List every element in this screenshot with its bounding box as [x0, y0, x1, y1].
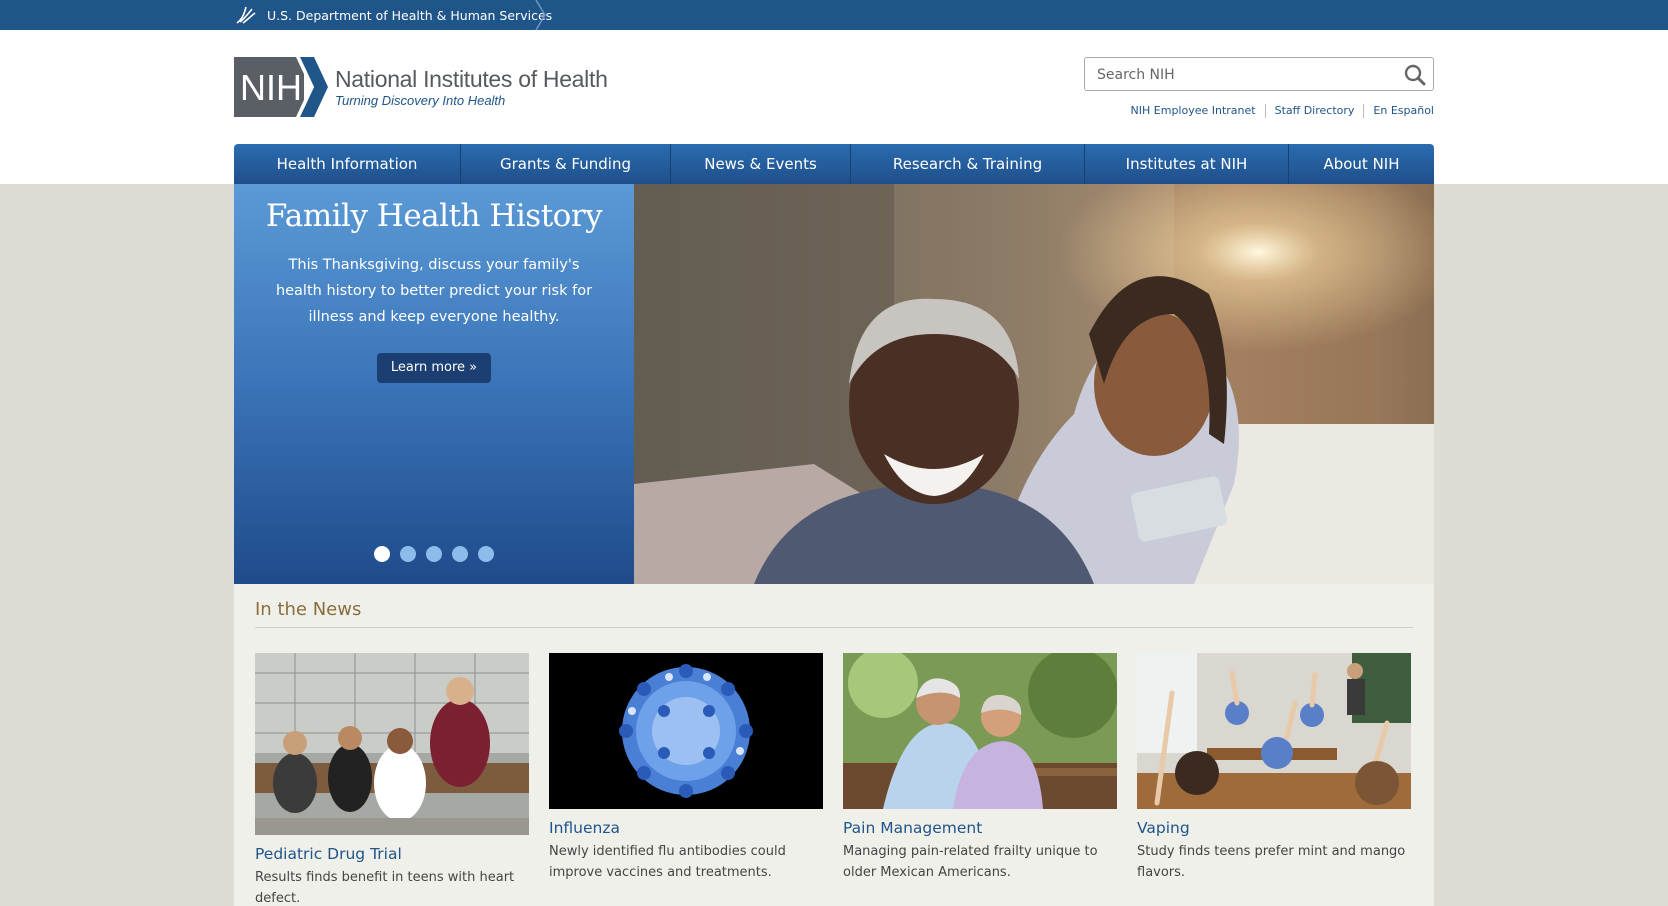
news-title-influenza[interactable]: Influenza — [549, 819, 823, 837]
hero-title: Family Health History — [265, 198, 603, 234]
news-image-vaping[interactable] — [1137, 653, 1411, 809]
news-card: Influenza Newly identified flu antibodie… — [549, 653, 823, 883]
search-box — [1084, 57, 1434, 91]
staff-directory-link[interactable]: Staff Directory — [1264, 104, 1364, 118]
chevron-right-icon — [535, 0, 546, 30]
news-section: In the News Pediatric Drug Trial Results… — [234, 584, 1434, 906]
hero-carousel: Family Health History This Thanksgiving,… — [234, 184, 1434, 584]
news-image-pain[interactable] — [843, 653, 1117, 809]
news-image-influenza[interactable] — [549, 653, 823, 809]
carousel-dots — [234, 546, 634, 562]
news-card: Vaping Study finds teens prefer mint and… — [1137, 653, 1411, 883]
carousel-dot-2[interactable] — [400, 546, 416, 562]
carousel-dot-5[interactable] — [478, 546, 494, 562]
logo-tagline: Turning Discovery Into Health — [335, 93, 506, 108]
news-title-pediatric[interactable]: Pediatric Drug Trial — [255, 845, 529, 863]
hhs-eagle-icon — [233, 2, 259, 28]
main-nav: Health Information Grants & Funding News… — [234, 144, 1434, 184]
news-desc-influenza: Newly identified flu antibodies could im… — [549, 844, 786, 880]
news-divider — [255, 627, 1413, 628]
nav-about-nih[interactable]: About NIH — [1289, 144, 1434, 184]
news-desc-vaping: Study finds teens prefer mint and mango … — [1137, 844, 1406, 880]
news-desc-pain: Managing pain-related frailty unique to … — [843, 844, 1098, 880]
news-title-pain[interactable]: Pain Management — [843, 819, 1117, 837]
nav-grants-funding[interactable]: Grants & Funding — [461, 144, 671, 184]
employee-intranet-link[interactable]: NIH Employee Intranet — [1122, 104, 1265, 118]
hero-text: This Thanksgiving, discuss your family's… — [275, 257, 593, 325]
utility-links: NIH Employee Intranet Staff Directory En… — [1122, 104, 1434, 118]
nav-research-training[interactable]: Research & Training — [851, 144, 1085, 184]
news-title-vaping[interactable]: Vaping — [1137, 819, 1411, 837]
news-card: Pediatric Drug Trial Results finds benef… — [255, 653, 529, 906]
carousel-dot-1[interactable] — [374, 546, 390, 562]
carousel-dot-4[interactable] — [452, 546, 468, 562]
hhs-label: U.S. Department of Health & Human Servic… — [267, 7, 553, 23]
nav-institutes[interactable]: Institutes at NIH — [1085, 144, 1289, 184]
carousel-dot-3[interactable] — [426, 546, 442, 562]
nih-logo-mark: NIH — [234, 57, 329, 117]
nav-news-events[interactable]: News & Events — [671, 144, 851, 184]
logo-title: National Institutes of Health — [335, 66, 608, 92]
nav-health-information[interactable]: Health Information — [234, 144, 461, 184]
hero-photo[interactable] — [634, 184, 1434, 584]
hero-panel: Family Health History This Thanksgiving,… — [234, 184, 634, 584]
news-desc-pediatric: Results finds benefit in teens with hear… — [255, 870, 515, 906]
news-heading: In the News — [255, 599, 362, 620]
news-image-teens[interactable] — [255, 653, 529, 835]
learn-more-button[interactable]: Learn more » — [377, 353, 491, 383]
search-icon[interactable] — [1403, 63, 1427, 87]
hhs-link[interactable]: U.S. Department of Health & Human Servic… — [233, 0, 552, 30]
nih-logo[interactable]: NIH National Institutes of Health Turnin… — [234, 57, 608, 117]
news-card: Pain Management Managing pain-related fr… — [843, 653, 1117, 883]
search-input[interactable] — [1097, 65, 1387, 85]
hhs-bar: U.S. Department of Health & Human Servic… — [0, 0, 1668, 30]
espanol-link[interactable]: En Español — [1363, 104, 1434, 118]
svg-text:NIH: NIH — [240, 67, 302, 108]
